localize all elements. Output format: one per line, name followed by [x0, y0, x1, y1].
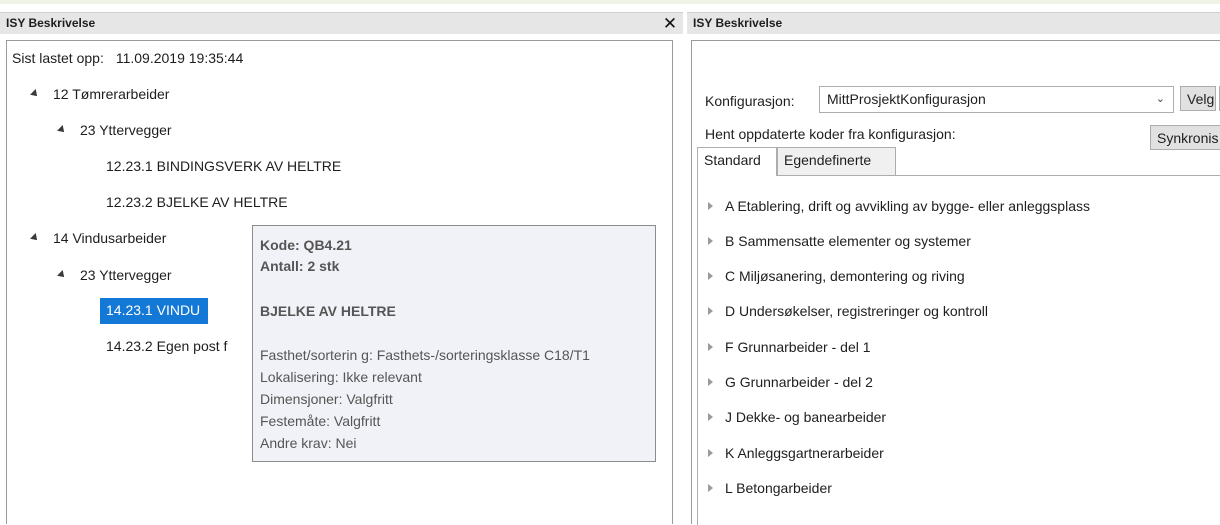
- tree-leaf-label: 12.23.2 BJELKE AV HELTRE: [106, 194, 288, 210]
- tree-node[interactable]: 14 Vindusarbeider: [30, 226, 167, 250]
- expanded-caret-icon[interactable]: [30, 89, 40, 99]
- category-label: B Sammensatte elementer og systemer: [725, 233, 971, 249]
- tree-node-label: 23 Yttervegger: [80, 267, 172, 283]
- tree-node[interactable]: 23 Yttervegger: [57, 118, 172, 142]
- last-uploaded-value: 11.09.2019 19:35:44: [115, 50, 244, 66]
- tree-node[interactable]: 12 Tømrerarbeider: [30, 82, 170, 106]
- right-panel-title: ISY Beskrivelse: [693, 16, 783, 30]
- expand-arrow-icon[interactable]: [708, 484, 713, 492]
- tab-custom[interactable]: Egendefinerte: [777, 147, 896, 175]
- right-panel-body: Konfigurasjon: MittProsjektKonfigurasjon…: [691, 40, 1220, 525]
- tree-leaf-selected[interactable]: 14.23.1 VINDU: [100, 298, 209, 324]
- tab-standard[interactable]: Standard: [697, 147, 777, 176]
- category-item[interactable]: F Grunnarbeider - del 1: [708, 335, 871, 359]
- category-item[interactable]: K Anleggsgartnerarbeider: [708, 441, 884, 465]
- left-panel-title: ISY Beskrivelse: [6, 16, 96, 30]
- tree-leaf[interactable]: 14.23.2 Egen post f: [106, 334, 227, 358]
- close-icon[interactable]: ✕: [661, 13, 679, 34]
- expand-arrow-icon[interactable]: [708, 378, 713, 386]
- right-panel-titlebar: ISY Beskrivelse: [687, 12, 1220, 34]
- expand-arrow-icon[interactable]: [708, 307, 713, 315]
- tree-leaf-label: 14.23.2 Egen post f: [106, 338, 228, 354]
- tree-node-label: 12 Tømrerarbeider: [53, 86, 170, 102]
- expand-arrow-icon[interactable]: [708, 272, 713, 280]
- last-uploaded: Sist lastet opp: 11.09.2019 19:35:44: [12, 50, 243, 66]
- category-list: A Etablering, drift og avvikling av bygg…: [697, 175, 1220, 525]
- expand-arrow-icon[interactable]: [708, 343, 713, 351]
- expand-arrow-icon[interactable]: [708, 237, 713, 245]
- category-item[interactable]: B Sammensatte elementer og systemer: [708, 229, 971, 253]
- tooltip-line: Fasthet/sorterin g: Fasthets-/sorterings…: [260, 347, 590, 363]
- tree-node[interactable]: 23 Yttervegger: [57, 263, 172, 287]
- category-item[interactable]: A Etablering, drift og avvikling av bygg…: [708, 194, 1090, 218]
- config-select[interactable]: MittProsjektKonfigurasjon ⌄: [819, 86, 1174, 113]
- category-label: A Etablering, drift og avvikling av bygg…: [725, 198, 1090, 214]
- category-label: D Undersøkelser, registreringer og kontr…: [725, 303, 988, 319]
- tree-leaf[interactable]: 12.23.1 BINDINGSVERK AV HELTRE: [106, 154, 341, 178]
- category-item[interactable]: L Betongarbeider: [708, 476, 832, 500]
- category-label: G Grunnarbeider - del 2: [725, 374, 873, 390]
- expand-arrow-icon[interactable]: [708, 202, 713, 210]
- config-select-value: MittProsjektKonfigurasjon: [827, 91, 986, 107]
- tree-leaf[interactable]: 12.23.2 BJELKE AV HELTRE: [106, 190, 288, 214]
- left-panel-titlebar: ISY Beskrivelse ✕: [0, 12, 683, 34]
- category-item[interactable]: D Undersøkelser, registreringer og kontr…: [708, 299, 988, 323]
- chevron-down-icon[interactable]: ⌄: [1156, 87, 1165, 112]
- tooltip-line: Festemåte: Valgfritt: [260, 413, 381, 429]
- tree-leaf-label: 14.23.1 VINDU: [100, 298, 209, 324]
- expanded-caret-icon[interactable]: [57, 270, 67, 280]
- category-label: F Grunnarbeider - del 1: [725, 339, 871, 355]
- select-button[interactable]: Velg: [1180, 86, 1216, 111]
- tooltip-heading: BJELKE AV HELTRE: [260, 303, 396, 319]
- expand-arrow-icon[interactable]: [708, 413, 713, 421]
- category-label: J Dekke- og banearbeider: [725, 409, 887, 425]
- category-item[interactable]: J Dekke- og banearbeider: [708, 405, 886, 429]
- category-label: K Anleggsgartnerarbeider: [725, 445, 884, 461]
- category-item[interactable]: C Miljøsanering, demontering og riving: [708, 264, 965, 288]
- sync-label: Hent oppdaterte koder fra konfigurasjon:: [705, 126, 956, 142]
- item-tooltip: Kode: QB4.21 Antall: 2 stk BJELKE AV HEL…: [252, 225, 656, 462]
- last-uploaded-label: Sist lastet opp:: [12, 50, 104, 66]
- tree-node-label: 14 Vindusarbeider: [53, 230, 167, 246]
- tooltip-line: Andre krav: Nei: [260, 435, 357, 451]
- tree-node-label: 23 Yttervegger: [80, 122, 172, 138]
- category-item[interactable]: G Grunnarbeider - del 2: [708, 370, 873, 394]
- expanded-caret-icon[interactable]: [57, 125, 67, 135]
- tree-leaf-label: 12.23.1 BINDINGSVERK AV HELTRE: [106, 158, 342, 174]
- expand-arrow-icon[interactable]: [708, 449, 713, 457]
- category-label: L Betongarbeider: [725, 480, 832, 496]
- category-label: C Miljøsanering, demontering og riving: [725, 268, 965, 284]
- top-accent-bar: [0, 0, 1220, 4]
- tooltip-line: Lokalisering: Ikke relevant: [260, 369, 422, 385]
- sync-button[interactable]: Synkronis: [1150, 125, 1220, 150]
- tooltip-code: Kode: QB4.21: [260, 237, 352, 253]
- config-label: Konfigurasjon:: [705, 93, 795, 109]
- tooltip-count: Antall: 2 stk: [260, 258, 340, 274]
- tooltip-line: Dimensjoner: Valgfritt: [260, 391, 393, 407]
- expanded-caret-icon[interactable]: [30, 233, 40, 243]
